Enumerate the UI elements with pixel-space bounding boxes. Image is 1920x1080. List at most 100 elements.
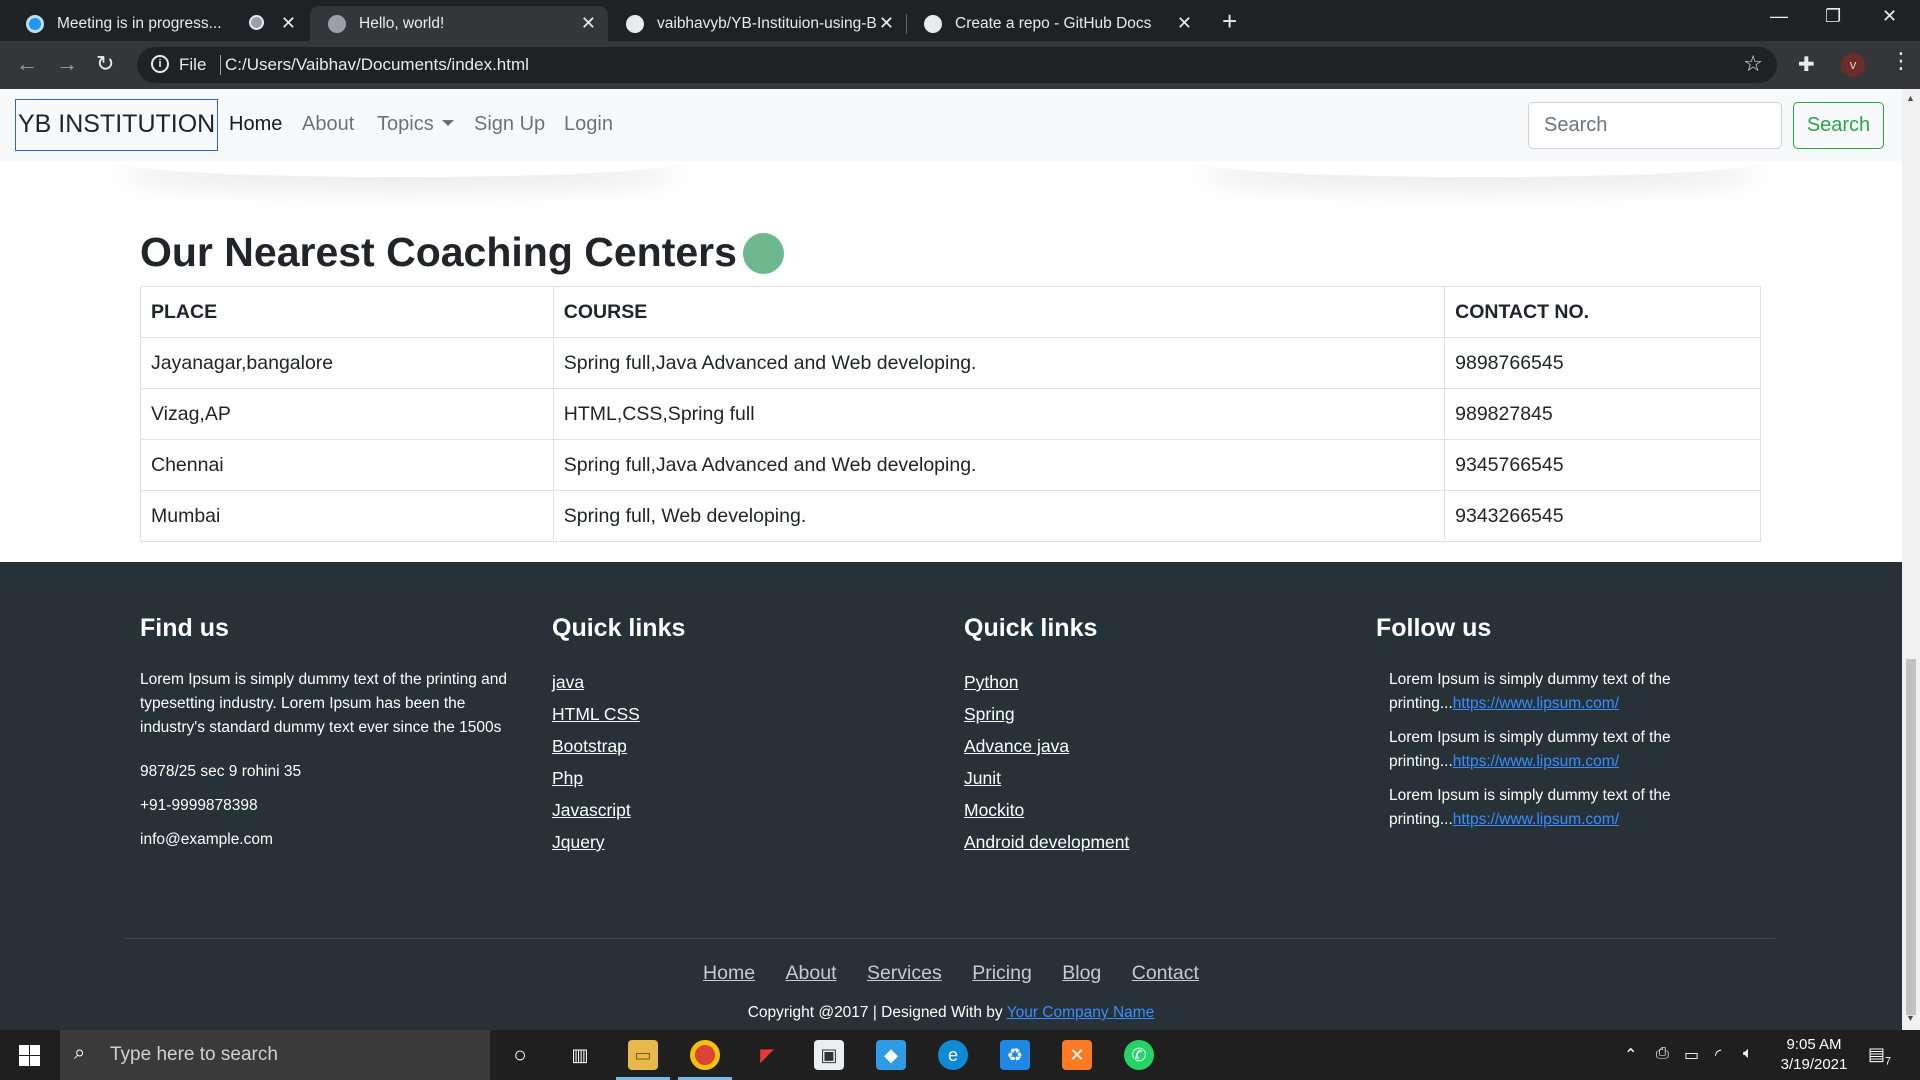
cell-course: Spring full, Web developing. (552, 490, 1446, 542)
scroll-up-arrow-icon[interactable]: ▲ (1906, 93, 1915, 103)
tab-title: Create a repo - GitHub Docs (955, 14, 1152, 32)
scroll-thumb[interactable] (1906, 659, 1916, 1015)
tab-close-icon[interactable]: ✕ (879, 14, 894, 32)
forward-arrow-icon[interactable]: → (56, 51, 78, 77)
url-scheme-label: File (179, 55, 207, 74)
restore-icon[interactable]: ❐ (1825, 6, 1841, 27)
browser-menu-icon[interactable]: ⋮ (1890, 50, 1912, 72)
footer-link-junit[interactable]: Junit (964, 762, 1129, 794)
bottom-link-blog[interactable]: Blog (1062, 962, 1101, 985)
footer-link-html-css[interactable]: HTML CSS (552, 698, 640, 730)
nav-home[interactable]: Home (229, 113, 282, 136)
copyright-text: Copyright @2017 | Designed With by (747, 1004, 1007, 1021)
tab-github-docs[interactable]: Create a repo - GitHub Docs ✕ (906, 6, 1204, 41)
footer-link-spring[interactable]: Spring (964, 698, 1129, 730)
footer-email: info@example.com (140, 831, 273, 848)
brand-logo[interactable]: YB INSTITUTION (15, 99, 219, 151)
site-navbar: YB INSTITUTION Home About Topics Sign Up… (0, 89, 1902, 161)
nav-signup[interactable]: Sign Up (474, 113, 545, 136)
meet-now-icon[interactable]: ⎙ (1656, 1045, 1669, 1063)
tab-close-icon[interactable]: ✕ (1177, 14, 1192, 32)
follow-us-list: Lorem Ipsum is simply dummy text of the … (1389, 668, 1709, 842)
cube-app-icon[interactable]: ◆ (876, 1040, 906, 1070)
find-us-heading: Find us (140, 614, 229, 642)
follow-item: Lorem Ipsum is simply dummy text of the … (1389, 668, 1709, 716)
cortana-circle-icon[interactable]: ○ (505, 1040, 535, 1070)
follow-item-link[interactable]: https://www.lipsum.com/ (1453, 695, 1619, 712)
taskbar-search-box[interactable]: ⌕ Type here to search (60, 1030, 490, 1080)
whatsapp-icon[interactable]: ✆ (1124, 1040, 1154, 1070)
minimize-icon[interactable]: — (1770, 6, 1788, 27)
bottom-link-pricing[interactable]: Pricing (972, 962, 1032, 985)
bookmark-star-icon[interactable]: ☆ (1743, 51, 1763, 77)
nav-topics-dropdown[interactable]: Topics (377, 113, 454, 136)
reload-icon[interactable]: ↻ (96, 51, 114, 77)
profile-avatar[interactable]: v (1841, 53, 1865, 77)
footer-link-java[interactable]: java (552, 666, 640, 698)
back-arrow-icon[interactable]: ← (16, 51, 38, 77)
site-footer: Find us Lorem Ipsum is simply dummy text… (0, 562, 1902, 1030)
cell-place: Vizag,AP (140, 388, 554, 440)
cell-contact: 989827845 (1444, 388, 1761, 440)
quick-links-heading: Quick links (552, 614, 686, 642)
footer-link-android[interactable]: Android development (964, 826, 1129, 858)
extensions-puzzle-icon[interactable]: ✚ (1798, 52, 1815, 77)
volume-icon[interactable]: 🔈︎ (1743, 1045, 1753, 1063)
wifi-icon[interactable]: ◜ (1715, 1045, 1721, 1065)
nav-about[interactable]: About (302, 113, 354, 136)
coaching-centers-title: Our Nearest Coaching Centers (140, 229, 784, 276)
footer-link-mockito[interactable]: Mockito (964, 794, 1129, 826)
bottom-link-services[interactable]: Services (867, 962, 942, 985)
nav-login[interactable]: Login (564, 113, 613, 136)
battery-icon[interactable]: ▭ (1684, 1045, 1699, 1065)
racing-app-icon[interactable]: ◤ (752, 1040, 782, 1070)
browser-toolbar: ← → ↻ i File C:/Users/Vaibhav/Documents/… (0, 41, 1920, 89)
address-bar[interactable]: i File C:/Users/Vaibhav/Documents/index.… (137, 47, 1777, 83)
scroll-down-arrow-icon[interactable]: ▼ (1906, 1013, 1915, 1023)
footer-link-python[interactable]: Python (964, 666, 1129, 698)
xampp-icon[interactable]: ✕ (1062, 1040, 1092, 1070)
windows-start-icon[interactable] (19, 1045, 40, 1066)
taskbar-search-placeholder: Type here to search (110, 1044, 278, 1065)
company-name-link[interactable]: Your Company Name (1007, 1004, 1155, 1021)
task-view-icon[interactable]: ▥ (565, 1040, 595, 1070)
tab-hello-world[interactable]: Hello, world! ✕ (310, 6, 608, 41)
bottom-link-contact[interactable]: Contact (1132, 962, 1199, 985)
tray-expand-chevron-icon[interactable]: ⌃ (1624, 1045, 1637, 1065)
bottom-link-about[interactable]: About (786, 962, 837, 985)
info-icon[interactable]: i (151, 55, 169, 73)
file-explorer-icon[interactable]: ▭ (628, 1040, 658, 1070)
page-viewport: YB INSTITUTION Home About Topics Sign Up… (0, 89, 1902, 1030)
recording-icon (249, 15, 264, 30)
footer-phone: +91-9999878398 (140, 797, 258, 814)
clock-date: 3/19/2021 (1780, 1056, 1848, 1073)
footer-link-javascript[interactable]: Javascript (552, 794, 640, 826)
tab-meeting[interactable]: Meeting is in progress... ✕ (8, 6, 308, 41)
coaching-centers-table: PLACE COURSE CONTACT NO. Jayanagar,banga… (140, 286, 1761, 542)
follow-item-link[interactable]: https://www.lipsum.com/ (1453, 811, 1619, 828)
window-close-icon[interactable]: ✕ (1882, 6, 1897, 27)
footer-link-bootstrap[interactable]: Bootstrap (552, 730, 640, 762)
tab-close-icon[interactable]: ✕ (281, 14, 296, 32)
nav-topics-label: Topics (377, 113, 434, 135)
chrome-icon[interactable] (690, 1040, 720, 1070)
cell-course: HTML,CSS,Spring full (552, 388, 1446, 440)
tab-close-icon[interactable]: ✕ (581, 14, 596, 32)
footer-link-php[interactable]: Php (552, 762, 640, 794)
recycle-app-icon[interactable]: ♻ (1000, 1040, 1030, 1070)
page-scrollbar[interactable]: ▲ ▼ (1902, 89, 1920, 1030)
notification-center-icon[interactable]: ▤7 (1868, 1044, 1891, 1068)
store-bag-icon[interactable]: ▣ (814, 1040, 844, 1070)
footer-link-advance-java[interactable]: Advance java (964, 730, 1129, 762)
follow-item-link[interactable]: https://www.lipsum.com/ (1453, 753, 1619, 770)
tab-github-repo[interactable]: vaibhavyb/YB-Instituion-using-B ✕ (608, 6, 906, 41)
search-input[interactable] (1528, 102, 1782, 149)
taskbar-clock[interactable]: 9:05 AM 3/19/2021 (1768, 1035, 1860, 1075)
url-divider (220, 55, 221, 75)
edge-icon[interactable]: e (938, 1040, 968, 1070)
search-button[interactable]: Search (1793, 102, 1884, 149)
url-text[interactable]: C:/Users/Vaibhav/Documents/index.html (225, 55, 529, 75)
footer-link-jquery[interactable]: Jquery (552, 826, 640, 858)
new-tab-plus-icon[interactable]: + (1222, 8, 1237, 34)
bottom-link-home[interactable]: Home (703, 962, 755, 985)
